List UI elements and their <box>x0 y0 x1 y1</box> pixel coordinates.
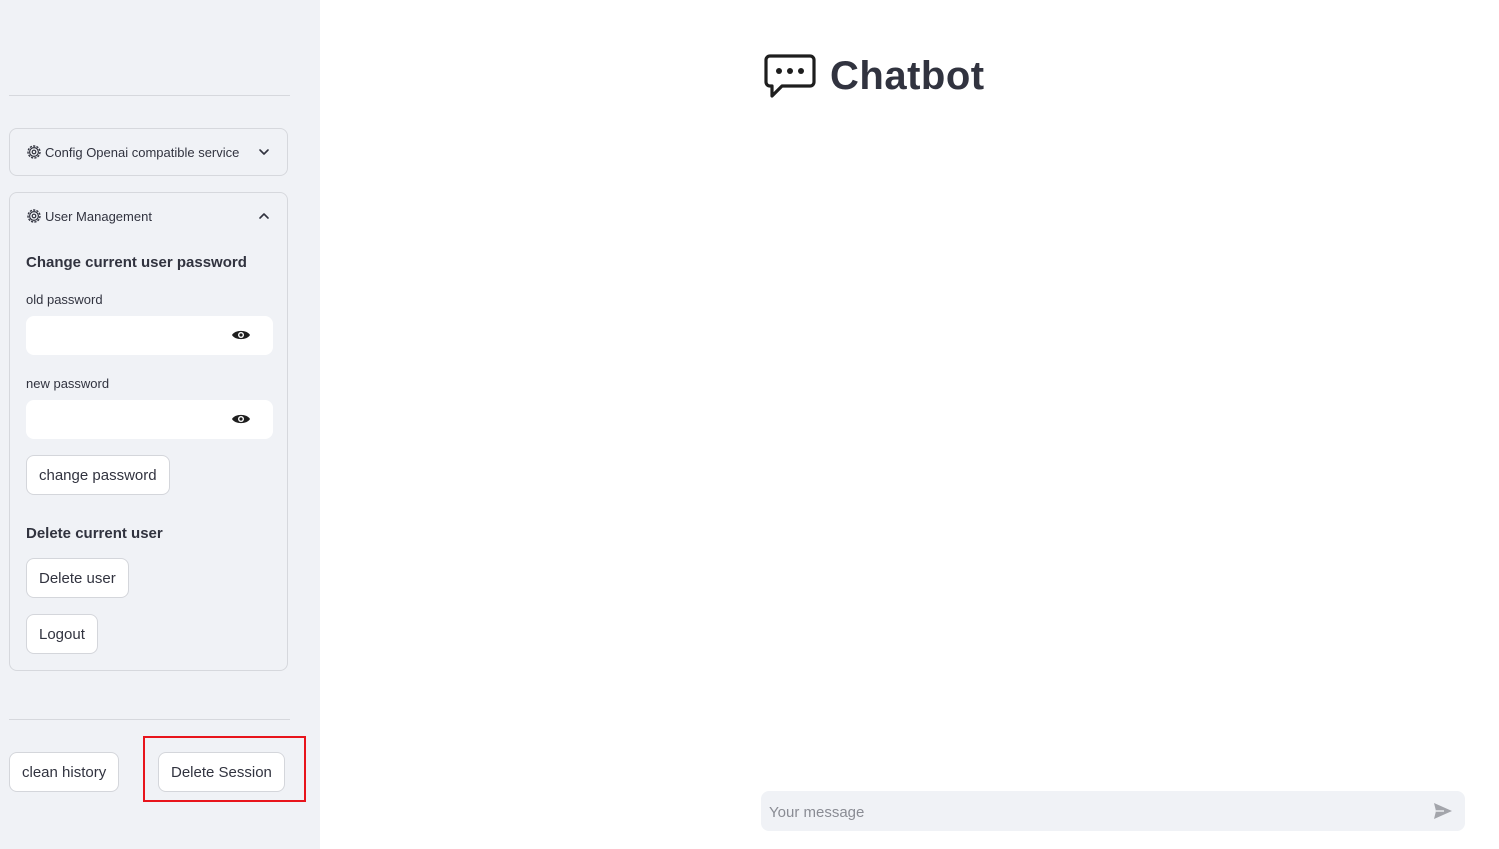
chat-message-input[interactable] <box>761 791 1431 833</box>
change-password-heading: Change current user password <box>26 254 247 271</box>
gear-icon <box>26 144 42 160</box>
delete-user-heading: Delete current user <box>26 525 163 542</box>
user-management-expander: User Management Change current user pass… <box>9 192 288 671</box>
old-password-field[interactable] <box>26 316 273 355</box>
eye-icon[interactable] <box>231 412 251 426</box>
user-management-label: User Management <box>45 208 152 224</box>
sidebar-divider-top <box>9 95 290 96</box>
sidebar-divider-bottom <box>9 719 290 720</box>
delete-session-highlight <box>143 736 306 802</box>
sidebar: Config Openai compatible service User Ma… <box>0 0 320 849</box>
old-password-label: old password <box>26 292 103 307</box>
clean-history-button[interactable]: clean history <box>9 752 120 792</box>
send-icon[interactable] <box>1433 802 1453 820</box>
logout-button[interactable]: Logout <box>26 614 98 654</box>
new-password-field[interactable] <box>26 400 273 439</box>
chevron-down-icon <box>257 145 271 159</box>
config-expander[interactable]: Config Openai compatible service <box>9 128 288 176</box>
chat-input-container <box>761 791 1465 833</box>
page-title-text: Chatbot <box>830 53 985 98</box>
config-expander-label: Config Openai compatible service <box>45 144 240 160</box>
page-title: Chatbot <box>764 52 985 100</box>
delete-user-button[interactable]: Delete user <box>26 558 129 598</box>
chat-bubble-icon <box>764 52 816 100</box>
eye-icon[interactable] <box>231 328 251 342</box>
change-password-button[interactable]: change password <box>26 455 170 495</box>
new-password-label: new password <box>26 376 110 391</box>
config-expander-header[interactable]: Config Openai compatible service <box>26 129 271 175</box>
chevron-up-icon <box>257 209 271 223</box>
gear-icon <box>26 208 42 224</box>
user-management-header[interactable]: User Management <box>26 193 271 239</box>
